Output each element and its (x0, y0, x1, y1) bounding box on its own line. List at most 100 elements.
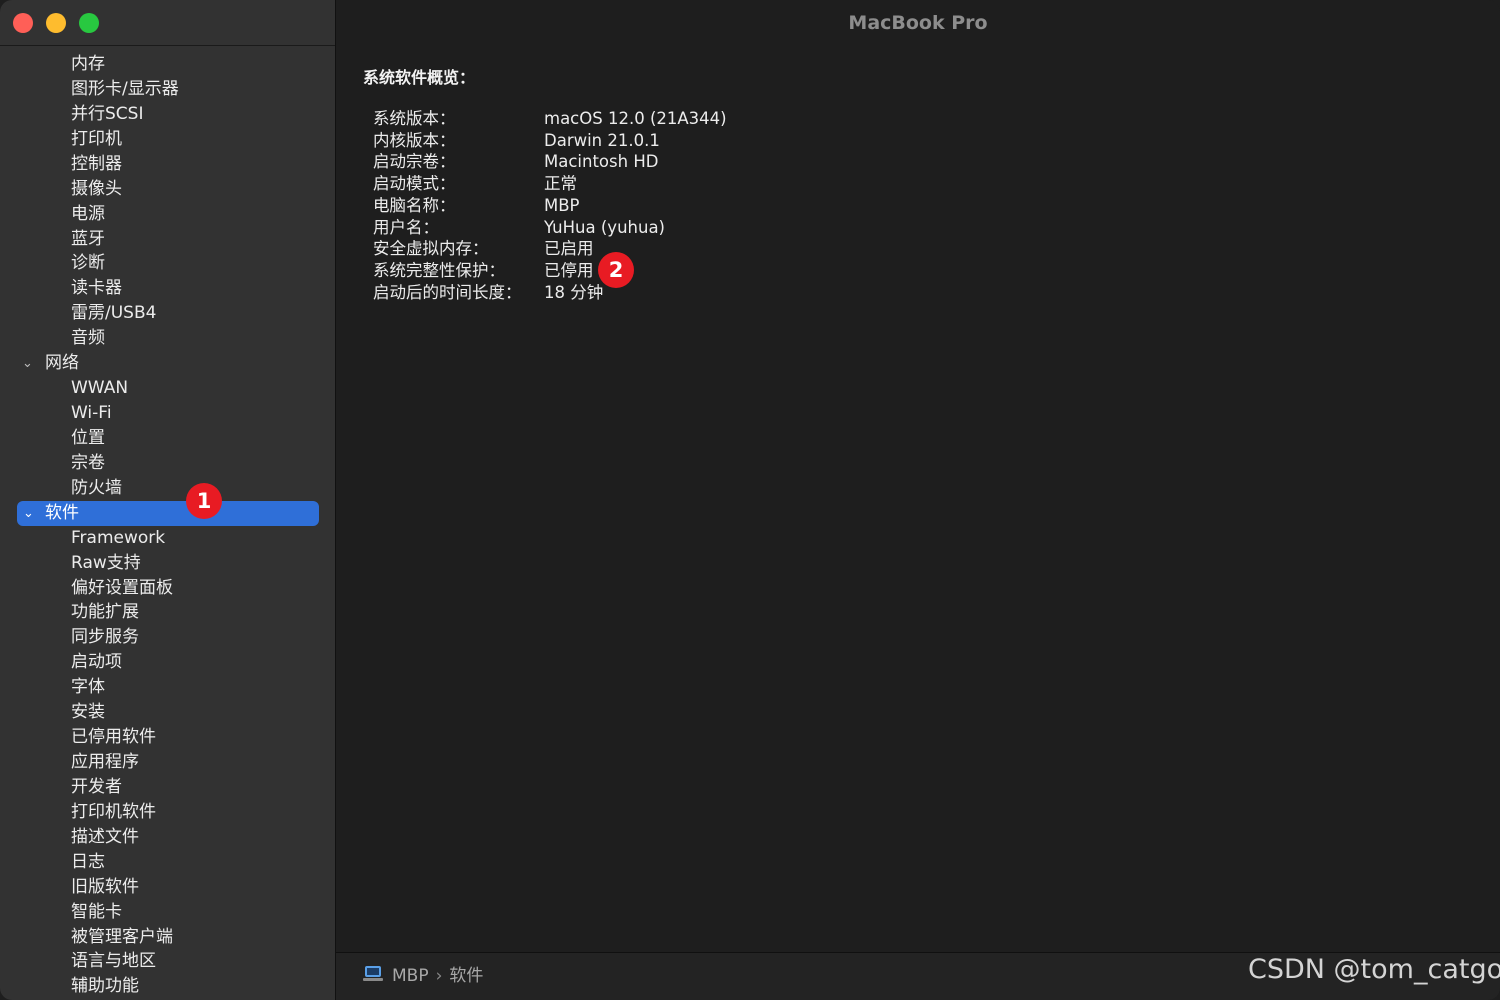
info-value: 已启用 (544, 239, 594, 259)
laptop-icon (363, 966, 383, 982)
info-key: 启动后的时间长度： (373, 282, 522, 302)
sidebar-item-label: 功能扩展 (71, 602, 139, 623)
sidebar-item[interactable]: 辅助功能 (0, 974, 335, 999)
sidebar-item-label: 软件 (45, 502, 79, 523)
sidebar-item[interactable]: 内存 (0, 52, 335, 77)
info-key: 启动宗卷： (373, 152, 456, 172)
sidebar-item[interactable]: 应用程序 (0, 750, 335, 775)
info-key: 系统版本： (373, 109, 456, 128)
sidebar-item[interactable]: 音频 (0, 326, 335, 351)
sidebar-item[interactable]: 位置 (0, 426, 335, 451)
info-key: 内核版本： (373, 130, 456, 150)
sidebar-item[interactable]: 控制器 (0, 152, 335, 177)
sidebar-item[interactable]: 偏好设置面板 (0, 576, 335, 601)
sidebar-item[interactable]: 旧版软件 (0, 875, 335, 900)
sidebar-item[interactable]: 宗卷 (0, 451, 335, 476)
chevron-down-icon[interactable]: ⌄ (23, 501, 39, 526)
sidebar-item[interactable]: 描述文件 (0, 825, 335, 850)
info-key: 安全虚拟内存： (373, 239, 489, 259)
breadcrumb-item-computer[interactable]: MBP (392, 966, 429, 986)
annotation-badge-1: 1 (186, 483, 222, 519)
breadcrumb-item-software[interactable]: 软件 (449, 966, 483, 986)
sidebar-item-label: 启动项 (71, 652, 122, 673)
watermark: CSDN @tom_catgo (1248, 954, 1500, 985)
sidebar-item-label: 描述文件 (71, 826, 139, 847)
annotation-badge-2: 2 (598, 252, 634, 288)
titlebar: MacBook Pro (336, 0, 1500, 46)
sidebar-item-label: 电源 (71, 203, 105, 224)
sidebar-item-label: 控制器 (71, 153, 122, 174)
sidebar-item[interactable]: 读卡器 (0, 276, 335, 301)
sidebar-item[interactable]: ⌄ 软件 (17, 500, 319, 526)
sidebar-item[interactable]: 日志 (0, 850, 335, 875)
sidebar-item-label: 音频 (71, 328, 105, 349)
info-key: 系统完整性保护： (373, 260, 505, 280)
info-value: 已停用 (544, 260, 594, 280)
sidebar-item-label: 防火墙 (71, 477, 122, 498)
sidebar-item[interactable]: 打印机软件 (0, 800, 335, 825)
close-window-button[interactable] (13, 13, 33, 33)
sidebar-item-label: 智能卡 (71, 901, 122, 922)
sidebar-item-label: Raw支持 (71, 552, 141, 573)
sidebar-item[interactable]: Framework (0, 526, 335, 551)
info-value: Macintosh HD (544, 152, 659, 172)
sidebar-item-label: 打印机软件 (71, 801, 156, 822)
info-key: 启动模式： (373, 174, 456, 194)
sidebar-item[interactable]: 已停用软件 (0, 725, 335, 750)
sidebar-item[interactable]: 安装 (0, 700, 335, 725)
sidebar-item[interactable]: WWAN (0, 376, 335, 401)
sidebar-item[interactable]: 功能扩展 (0, 600, 335, 625)
sidebar-item-label: 安装 (71, 702, 105, 723)
info-row: 启动模式： 正常 (373, 173, 873, 195)
sidebar-item[interactable]: 语言与地区 (0, 949, 335, 974)
info-value: macOS 12.0 (21A344) (544, 109, 727, 128)
sidebar-item[interactable]: 字体 (0, 675, 335, 700)
sidebar-item[interactable]: 电源 (0, 202, 335, 227)
sidebar-item-label: 诊断 (71, 253, 105, 274)
sidebar-item-label: 旧版软件 (71, 876, 139, 897)
sidebar-item-label: WWAN (71, 378, 129, 399)
zoom-window-button[interactable] (79, 13, 99, 33)
minimize-window-button[interactable] (46, 13, 66, 33)
info-key: 用户名： (373, 217, 439, 237)
sidebar-item[interactable]: 雷雳/USB4 (0, 301, 335, 326)
sidebar-item-label: Wi-Fi (71, 403, 112, 424)
sidebar-item-label: 语言与地区 (71, 951, 156, 972)
info-key: 电脑名称： (373, 195, 456, 215)
sidebar-item[interactable]: 打印机 (0, 127, 335, 152)
info-row: 电脑名称： MBP (373, 195, 873, 217)
sidebar-item[interactable]: 开发者 (0, 775, 335, 800)
sidebar-item-label: 读卡器 (71, 278, 122, 299)
system-information-window: 内存 图形卡/显示器 并行SCSI 打印机控制器摄像头 电源蓝牙 诊断读卡器 雷雳/USB4… (0, 0, 1500, 1000)
info-value: 18 分钟 (544, 282, 604, 302)
sidebar-item[interactable]: 蓝牙 (0, 227, 335, 252)
sidebar-item-label: 开发者 (71, 776, 122, 797)
sidebar-item-label: 偏好设置面板 (71, 577, 173, 598)
sidebar-item[interactable]: 图形卡/显示器 (0, 77, 335, 102)
sidebar-item[interactable]: 启动项 (0, 650, 335, 675)
info-value: MBP (544, 195, 580, 215)
chevron-down-icon[interactable]: ⌄ (22, 351, 38, 376)
sidebar-item-label: 宗卷 (71, 452, 105, 473)
sidebar-item[interactable]: 摄像头 (0, 177, 335, 202)
sidebar-item[interactable]: Raw支持 (0, 551, 335, 576)
sidebar-item-label: 被管理客户端 (71, 926, 173, 947)
sidebar-item-label: 日志 (71, 851, 105, 872)
content-pane: MacBook Pro 系统软件概览： 系统版本： macOS 12.0 (21A… (336, 0, 1500, 1000)
info-row: 用户名： YuHua (yuhua) (373, 217, 873, 239)
sidebar-item[interactable]: 被管理客户端 (0, 925, 335, 950)
sidebar-item-label: 打印机 (71, 128, 122, 149)
info-value: YuHua (yuhua) (544, 217, 665, 237)
sidebar: 内存 图形卡/显示器 并行SCSI 打印机控制器摄像头 电源蓝牙 诊断读卡器 雷雳/USB4… (0, 0, 336, 1000)
breadcrumb-separator: › (435, 966, 443, 986)
sidebar-item[interactable]: 防火墙 (0, 476, 335, 501)
sidebar-item[interactable]: 并行SCSI (0, 102, 335, 127)
sidebar-item[interactable]: Wi-Fi (0, 401, 335, 426)
section-title: 系统软件概览： (363, 68, 476, 87)
info-value: 正常 (544, 174, 577, 194)
sidebar-item-label: 同步服务 (71, 627, 139, 648)
sidebar-item[interactable]: 诊断 (0, 251, 335, 276)
sidebar-item[interactable]: 智能卡 (0, 900, 335, 925)
sidebar-item[interactable]: 同步服务 (0, 625, 335, 650)
sidebar-item[interactable]: ⌄ 网络 (0, 351, 335, 376)
